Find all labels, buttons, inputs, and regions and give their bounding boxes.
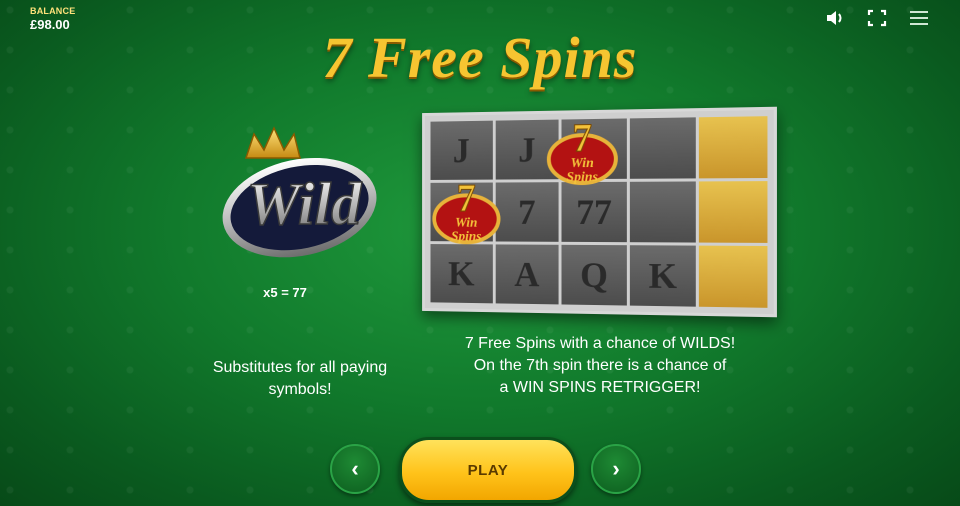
reel-cell [629,117,697,179]
free-spins-description: 7 Free Spins with a chance of WILDS! On … [420,333,780,399]
win-spins-badge: 7 Win Spins [541,112,624,197]
play-button[interactable]: PLAY [399,437,577,503]
wild-payout: x5 = 77 [263,285,307,300]
prev-page-button[interactable]: ‹ [330,444,380,494]
win-spins-badge: 7 Win Spins [427,174,506,257]
svg-text:7: 7 [572,116,592,160]
wild-logo-icon: Wild [222,126,377,258]
chevron-left-icon: ‹ [351,456,359,481]
reel-cell: J [430,120,493,180]
reel-cell [629,181,697,243]
description-line-3: a WIN SPINS RETRIGGER! [499,379,701,396]
win-spins-icon: 7 Win Spins [429,177,505,255]
chevron-right-icon: › [612,456,620,481]
reel-preview: J J 7 7 77 K A Q K 7 Win Spins [415,106,777,318]
reel-cell: K [629,245,697,307]
reel-cell [699,116,768,179]
win-spins-icon: 7 Win Spins [543,116,622,196]
svg-text:7: 7 [457,177,476,220]
wild-symbol: Wild [208,120,388,270]
reel-cell: Q [561,244,627,306]
next-page-button[interactable]: › [591,444,641,494]
description-line-2: On the 7th spin there is a chance of [473,357,727,374]
reel-cell [699,245,768,308]
wild-logo-text: Wild [247,171,362,237]
description-line-1: 7 Free Spins with a chance of WILDS! [464,335,736,352]
page-title: 7 Free Spins [322,25,638,90]
svg-text:Spins: Spins [566,169,597,184]
svg-text:Spins: Spins [451,228,481,243]
balance-label: BALANCE [30,6,76,16]
reel-panel: J J 7 7 77 K A Q K 7 Win Spins [422,106,777,318]
reel-cell [699,181,768,243]
wild-description: Substitutes for all paying symbols! [212,359,388,398]
